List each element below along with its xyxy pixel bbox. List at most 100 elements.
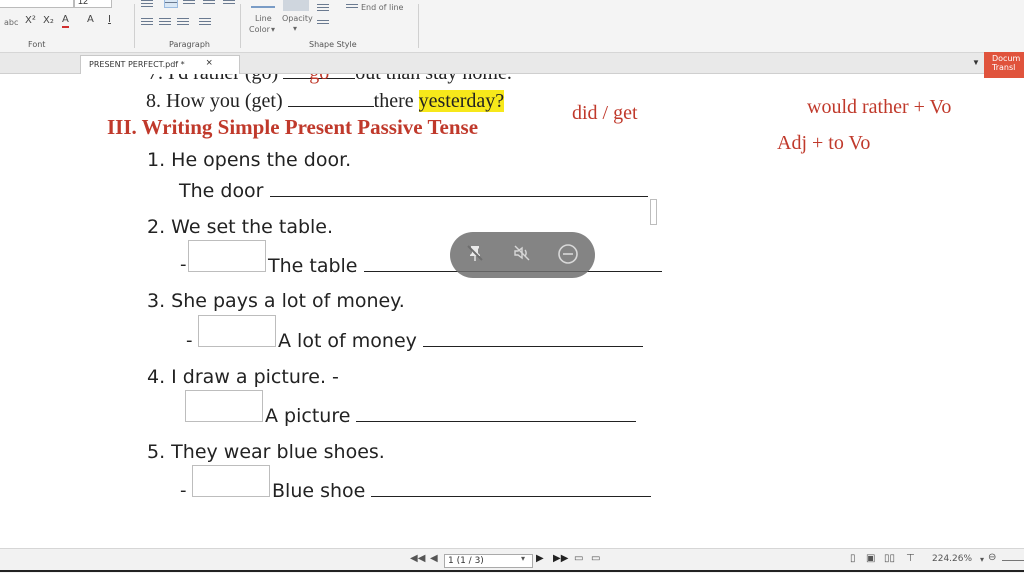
fit-width-icon[interactable]: ⊤ xyxy=(906,553,915,564)
dash-mark: - xyxy=(180,254,187,275)
question-text: out than stay home. xyxy=(355,74,512,84)
zoom-slider[interactable] xyxy=(1002,560,1024,561)
strikethrough-button[interactable]: abc xyxy=(4,17,18,29)
zoom-level[interactable]: 224.26% xyxy=(932,554,972,564)
exercise-prompt: A picture xyxy=(265,405,637,427)
chevron-down-icon[interactable]: ▾ xyxy=(271,24,275,36)
question-text: 7. I'd rather (go) xyxy=(148,74,278,84)
columns-icon[interactable] xyxy=(177,16,189,26)
font-size-combo[interactable]: 12 xyxy=(74,0,112,8)
decrease-indent-icon[interactable] xyxy=(141,16,153,26)
dash-mark: - xyxy=(180,480,187,501)
question-8: 8. How you (get) there yesterday? xyxy=(146,90,505,113)
page-number-input[interactable]: 1 (1 / 3) xyxy=(444,554,533,568)
minus-circle-icon[interactable] xyxy=(556,243,580,267)
prompt-text: The table xyxy=(268,255,358,277)
line-weight-icon[interactable] xyxy=(317,18,329,28)
answer-blank xyxy=(422,330,643,347)
font-name-combo[interactable] xyxy=(0,0,74,8)
ribbon-divider xyxy=(418,4,419,48)
answer-blank xyxy=(356,405,637,422)
split-view-icon[interactable]: ▭ xyxy=(591,553,600,564)
subscript-button[interactable]: X₂ xyxy=(43,15,54,27)
opacity-slider-icon[interactable] xyxy=(283,0,309,11)
answer-textbox[interactable] xyxy=(192,465,270,497)
prompt-text: A lot of money xyxy=(278,330,417,352)
font-color-button[interactable]: A xyxy=(62,14,69,28)
line-style-icon[interactable] xyxy=(317,2,329,12)
answer-blank xyxy=(287,90,374,107)
chevron-down-icon[interactable]: ▾ xyxy=(293,23,297,35)
question-7: 7. I'd rather (go) goout than stay home. xyxy=(148,74,512,85)
annotation-did-get: did / get xyxy=(572,102,638,124)
font-group: 12 abc X² X₂ A A I Font xyxy=(0,0,135,52)
side-panel-label: Transl xyxy=(992,63,1016,72)
line-color-swatch-icon[interactable] xyxy=(251,0,275,8)
exercise-sentence: 2. We set the table. xyxy=(147,216,334,238)
close-icon[interactable]: × xyxy=(206,57,212,69)
shape-style-group: Line Color ▾ Opacity ▾ End of line Shape… xyxy=(241,0,421,52)
first-page-icon[interactable]: ◀◀ xyxy=(410,553,425,564)
single-page-icon[interactable]: ▯ xyxy=(850,553,856,564)
answer-blank xyxy=(371,480,652,497)
end-of-line-button[interactable]: End of line xyxy=(361,2,403,14)
section-title: III. Writing Simple Present Passive Tens… xyxy=(107,115,479,139)
align-left-icon[interactable] xyxy=(164,0,178,8)
line-color-button[interactable]: Color xyxy=(249,24,270,36)
next-page-icon[interactable]: ▶ xyxy=(536,553,544,564)
justify-icon[interactable] xyxy=(223,0,235,8)
answer-textbox[interactable] xyxy=(188,240,266,272)
ribbon-toolbar: 12 abc X² X₂ A A I Font Paragraph Line C… xyxy=(0,0,1024,53)
highlighted-text: yesterday? xyxy=(418,90,505,112)
last-page-icon[interactable]: ▶▶ xyxy=(553,553,568,564)
text-cursor-box[interactable] xyxy=(650,199,657,225)
document-tabstrip: PRESENT PERFECT.pdf * xyxy=(0,53,1024,74)
tab-present-perfect[interactable]: PRESENT PERFECT.pdf * xyxy=(80,55,240,74)
zoom-out-icon[interactable]: ⊖ xyxy=(988,552,996,563)
shape-style-group-label: Shape Style xyxy=(309,40,357,49)
increase-indent-icon[interactable] xyxy=(159,16,171,26)
exercise-prompt: A lot of money xyxy=(278,330,643,352)
mute-icon[interactable] xyxy=(510,243,534,267)
exercise-sentence: 3. She pays a lot of money. xyxy=(147,290,405,312)
question-text: 8. How you (get) xyxy=(146,90,283,112)
answer-text: go xyxy=(283,74,356,84)
bullet-list-icon[interactable] xyxy=(141,0,153,8)
clear-format-button[interactable]: I xyxy=(108,14,111,26)
chevron-down-icon[interactable]: ▼ xyxy=(972,58,980,67)
align-right-icon[interactable] xyxy=(203,0,215,8)
exercise-prompt: Blue shoe xyxy=(272,480,652,502)
line-spacing-icon[interactable] xyxy=(199,16,211,26)
chevron-down-icon[interactable]: ▾ xyxy=(980,555,984,564)
superscript-button[interactable]: X² xyxy=(25,15,36,27)
copy-view-icon[interactable]: ▭ xyxy=(574,553,583,564)
chevron-down-icon[interactable]: ▾ xyxy=(521,554,525,563)
document-page: 7. I'd rather (go) goout than stay home.… xyxy=(0,74,1024,548)
paragraph-group: Paragraph xyxy=(135,0,240,52)
unpin-icon[interactable] xyxy=(463,243,487,267)
annotation-would-rather: would rather + Vo xyxy=(807,96,952,118)
question-text: there xyxy=(373,90,414,112)
opacity-button[interactable]: Opacity xyxy=(282,13,313,25)
highlight-color-button[interactable]: A xyxy=(87,14,94,26)
exercise-sentence: 5. They wear blue shoes. xyxy=(147,441,385,463)
exercise-sentence: 1. He opens the door. xyxy=(147,149,352,171)
facing-pages-icon[interactable]: ▯▯ xyxy=(884,553,895,564)
answer-textbox[interactable] xyxy=(198,315,276,347)
prev-page-icon[interactable]: ◀ xyxy=(430,553,438,564)
continuous-page-icon[interactable]: ▣ xyxy=(866,553,875,564)
dash-mark: - xyxy=(186,330,193,351)
answer-blank xyxy=(269,180,648,197)
side-panel-label: Docum xyxy=(992,54,1021,63)
annotation-adj-to: Adj + to Vo xyxy=(777,132,871,154)
prompt-text: A picture xyxy=(265,405,351,427)
screen-recorder-overlay xyxy=(450,232,595,278)
paragraph-group-label: Paragraph xyxy=(169,40,210,49)
exercise-prompt: The door xyxy=(179,180,648,202)
prompt-text: Blue shoe xyxy=(272,480,366,502)
answer-textbox[interactable] xyxy=(185,390,263,422)
font-group-label: Font xyxy=(28,40,46,49)
end-of-line-icon[interactable] xyxy=(346,2,358,12)
align-center-icon[interactable] xyxy=(183,0,195,8)
exercise-sentence: 4. I draw a picture. - xyxy=(147,366,339,388)
